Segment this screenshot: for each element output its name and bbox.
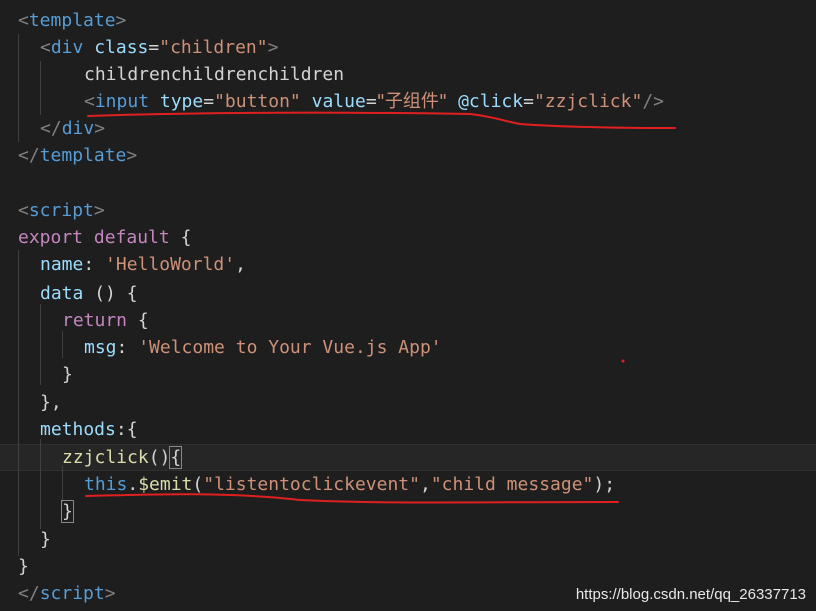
code-line-8: <script>: [18, 197, 105, 224]
brace: {: [127, 310, 149, 331]
attribute-name: @click: [458, 91, 524, 112]
tag-bracket: >: [267, 37, 279, 58]
punctuation: () {: [83, 283, 138, 304]
code-line-15: },: [40, 389, 62, 416]
watermark-text: https://blog.csdn.net/qq_26337713: [575, 586, 806, 603]
code-line-10: name: 'HelloWorld',: [40, 251, 246, 278]
tag-name: script: [39, 583, 105, 604]
text-content: childrenchildrenchildren: [84, 64, 345, 85]
code-line-17: zzjclick(){: [62, 444, 183, 471]
indent-guide: [62, 331, 63, 358]
equals-sign: =: [523, 91, 534, 112]
indent-guide: [62, 466, 63, 502]
equals-sign: =: [148, 37, 160, 58]
code-line-16: methods:{: [40, 416, 138, 443]
paren: (: [192, 474, 204, 495]
brace: }: [18, 556, 29, 577]
matched-brace: }: [61, 500, 74, 523]
keyword: default: [93, 227, 170, 248]
code-line-14: }: [62, 361, 73, 388]
tag-name: template: [28, 10, 116, 31]
keyword: export: [18, 227, 84, 248]
matched-brace: {: [169, 446, 183, 469]
tag-name: div: [50, 37, 84, 58]
tag-name: script: [28, 200, 94, 221]
tag-bracket: </: [40, 118, 62, 139]
code-line-1: <template>: [18, 7, 126, 34]
tag-bracket: >: [104, 583, 116, 604]
tag-bracket: >: [94, 118, 106, 139]
brace: },: [40, 392, 62, 413]
code-line-9: export default {: [18, 224, 191, 251]
attribute-name: value: [311, 91, 366, 112]
code-line-19: }: [61, 498, 74, 525]
tag-bracket: >: [115, 10, 127, 31]
indent-guide: [40, 61, 41, 115]
property-name: methods: [40, 419, 116, 440]
tag-bracket: <: [40, 37, 51, 58]
parentheses: (): [148, 447, 171, 468]
equals-sign: =: [203, 91, 215, 112]
tag-bracket: <: [18, 10, 29, 31]
string-literal: 'Welcome to Your Vue.js App': [138, 337, 442, 358]
indent-guide: [18, 34, 19, 142]
attribute-name: class: [94, 37, 149, 58]
attribute-value: "children": [159, 37, 268, 58]
string-literal: "listentoclickevent": [203, 474, 420, 495]
string-literal: "child message": [430, 474, 594, 495]
brace: }: [62, 364, 73, 385]
indent-guide: [40, 304, 41, 385]
code-line-18: this.$emit("listentoclickevent","child m…: [84, 471, 615, 498]
keyword-this: this: [84, 474, 128, 495]
property-name: data: [40, 283, 84, 304]
comma: ,: [235, 254, 246, 275]
code-line-3: childrenchildrenchildren: [84, 61, 344, 88]
code-line-6: </template>: [18, 142, 137, 169]
property-name: name: [40, 254, 84, 275]
code-line-2: <div class="children">: [40, 34, 278, 61]
code-line-5: </div>: [40, 115, 105, 142]
code-line-12: return {: [62, 307, 149, 334]
property-name: msg: [84, 337, 117, 358]
tag-bracket: </: [18, 583, 40, 604]
code-editor[interactable]: <template> <div class="children"> childr…: [0, 0, 816, 611]
tag-name: div: [61, 118, 95, 139]
indent-guide: [40, 439, 41, 529]
tag-bracket: <: [18, 200, 29, 221]
code-line-11: data () {: [40, 280, 138, 307]
code-line-22: </script>: [18, 580, 116, 607]
tag-name: input: [94, 91, 150, 112]
code-line-21: }: [18, 553, 29, 580]
tag-bracket: >: [126, 145, 138, 166]
attribute-value: "button": [214, 91, 301, 112]
attribute-value: "子组件": [376, 91, 448, 112]
indent-guide: [18, 250, 19, 556]
tag-name: template: [39, 145, 127, 166]
tag-bracket: <: [84, 91, 95, 112]
tag-bracket: </: [18, 145, 40, 166]
string-literal: 'HelloWorld': [105, 254, 236, 275]
equals-sign: =: [365, 91, 377, 112]
attribute-value: "zzjclick": [533, 91, 643, 112]
colon: :: [116, 337, 128, 358]
function-name: $emit: [138, 474, 193, 495]
dot: .: [127, 474, 139, 495]
red-dot: [621, 359, 625, 363]
brace: {: [180, 227, 192, 248]
paren: );: [593, 474, 616, 495]
punctuation: :{: [115, 419, 138, 440]
keyword: return: [62, 310, 128, 331]
code-line-4: <input type="button" value="子组件" @click=…: [84, 88, 664, 115]
comma: ,: [419, 474, 431, 495]
code-line-13: msg: 'Welcome to Your Vue.js App': [84, 334, 442, 361]
brace: }: [40, 529, 51, 550]
function-name: zzjclick: [62, 447, 149, 468]
colon: :: [83, 254, 95, 275]
attribute-name: type: [159, 91, 204, 112]
code-line-20: }: [40, 526, 51, 553]
tag-bracket: >: [93, 200, 105, 221]
tag-bracket: />: [642, 91, 664, 112]
